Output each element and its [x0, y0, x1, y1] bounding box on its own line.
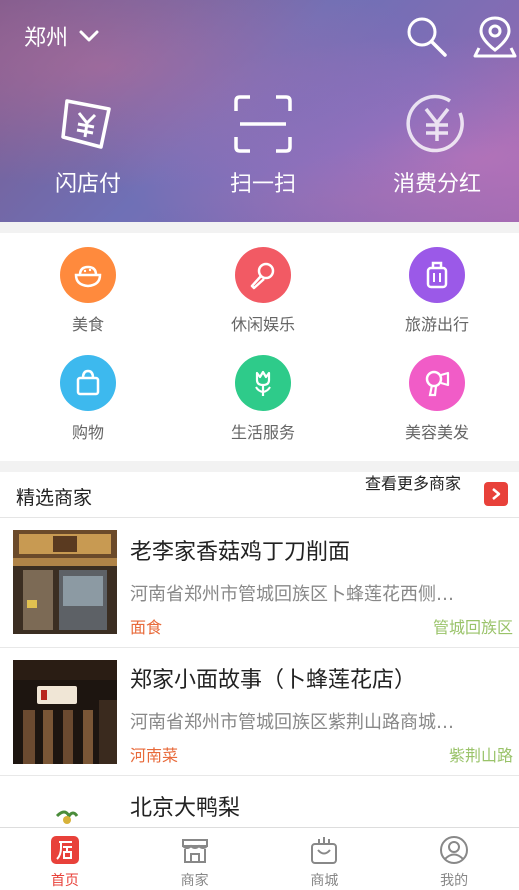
merchant-photo: [13, 806, 117, 827]
merchant-name: 北京大鸭梨: [130, 796, 241, 821]
hair-dryer-icon: [409, 355, 465, 411]
merchant-row[interactable]: 郑家小面故事（卜蜂莲花店） 河南省郑州市管城回族区紫荆山路商城… 河南菜 紫荆山…: [0, 648, 519, 776]
merchant-row[interactable]: 北京大鸭梨: [0, 776, 519, 827]
merchant-photo: [13, 660, 117, 764]
cashback-button[interactable]: 消费分红: [362, 90, 512, 198]
user-icon: [440, 836, 469, 864]
merchant-photo: [13, 530, 117, 634]
category-entertainment[interactable]: 休闲娱乐: [183, 247, 343, 335]
merchant-district: 管城回族区: [432, 618, 513, 637]
merchants-header: 精选商家 查看更多商家: [0, 472, 519, 518]
header-banner: 郑州 闪店付 扫一扫 消费分红: [0, 0, 519, 222]
scan-icon: [234, 95, 292, 153]
category-shopping[interactable]: 购物: [8, 355, 168, 443]
quick-pay-button[interactable]: 闪店付: [13, 90, 163, 198]
city-name: 郑州: [24, 26, 69, 51]
tab-mall[interactable]: 商城: [260, 828, 390, 890]
merchant-name: 郑家小面故事（卜蜂莲花店）: [130, 668, 417, 693]
tulip-icon: [235, 355, 291, 411]
mall-bag-icon: [311, 837, 338, 864]
suitcase-icon: [409, 247, 465, 303]
category-services[interactable]: 生活服务: [183, 355, 343, 443]
merchant-category: 河南菜: [130, 746, 179, 765]
merchant-address: 河南省郑州市管城回族区紫荆山路商城…: [130, 712, 454, 733]
category-grid: 美食 休闲娱乐 旅游出行 购物 生活服务 美容美发: [0, 233, 519, 461]
category-beauty[interactable]: 美容美发: [357, 355, 517, 443]
chevron-right-icon: [492, 488, 501, 500]
store-icon: [50, 836, 79, 864]
merchant-name: 老李家香菇鸡丁刀削面: [130, 540, 351, 565]
merchant-district: 紫荆山路: [448, 746, 513, 765]
yuan-coin-icon: [406, 94, 464, 153]
merchant-row[interactable]: 老李家香菇鸡丁刀削面 河南省郑州市管城回族区卜蜂莲花西侧… 面食 管城回族区: [0, 518, 519, 648]
tab-merchants[interactable]: 商家: [130, 828, 260, 890]
merchants-title: 精选商家: [16, 487, 93, 509]
view-more-button[interactable]: [484, 482, 508, 506]
bottom-tab-bar: 首页 商家 商城 我的: [0, 827, 519, 890]
microphone-icon: [235, 247, 291, 303]
shop-icon: [181, 839, 208, 863]
category-travel[interactable]: 旅游出行: [357, 247, 517, 335]
featured-merchants: 精选商家 查看更多商家 老李家香菇鸡丁刀削面 河南省郑州市管城回族区卜蜂莲花西侧…: [0, 472, 519, 827]
tab-profile[interactable]: 我的: [389, 828, 519, 890]
view-more-link[interactable]: 查看更多商家: [365, 474, 469, 494]
yuan-ticket-icon: [61, 99, 111, 149]
merchant-category: 面食: [130, 618, 163, 637]
merchant-address: 河南省郑州市管城回族区卜蜂莲花西侧…: [130, 584, 454, 605]
shopping-bag-icon: [60, 355, 116, 411]
bowl-icon: [60, 247, 116, 303]
city-selector[interactable]: 郑州: [24, 20, 100, 52]
location-pin-icon[interactable]: [471, 12, 519, 60]
chevron-down-icon: [79, 30, 99, 42]
category-food[interactable]: 美食: [8, 247, 168, 335]
search-icon[interactable]: [402, 12, 450, 60]
scan-button[interactable]: 扫一扫: [188, 90, 338, 198]
tab-home[interactable]: 首页: [0, 828, 130, 890]
